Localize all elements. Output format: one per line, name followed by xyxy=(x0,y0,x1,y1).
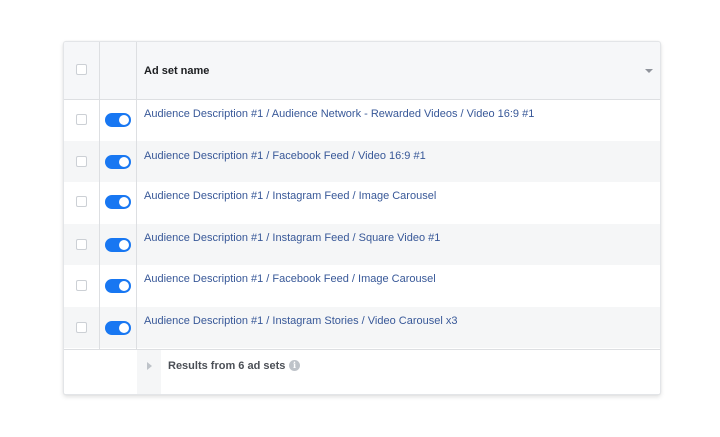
toggle-knob xyxy=(119,323,129,333)
expand-arrow-icon[interactable] xyxy=(147,362,152,370)
ad-set-toggle[interactable] xyxy=(105,113,131,127)
ad-set-toggle[interactable] xyxy=(105,321,131,335)
select-all-checkbox[interactable] xyxy=(76,64,87,75)
table-footer: Results from 6 ad sets i xyxy=(64,349,660,394)
table-header: Ad set name xyxy=(64,42,660,100)
info-icon[interactable]: i xyxy=(289,360,300,371)
toggle-knob xyxy=(119,240,129,250)
table-row[interactable]: Audience Description #1 / Facebook Feed … xyxy=(64,265,660,306)
table-row[interactable]: Audience Description #1 / Instagram Feed… xyxy=(64,224,660,265)
toggle-knob xyxy=(119,157,129,167)
ad-set-name-link[interactable]: Audience Description #1 / Instagram Feed… xyxy=(144,189,436,203)
ad-set-toggle[interactable] xyxy=(105,155,131,169)
row-checkbox[interactable] xyxy=(76,114,87,125)
column-divider xyxy=(99,42,100,349)
ad-sets-table: Ad set name Audience Description #1 / Au… xyxy=(63,41,661,395)
row-checkbox[interactable] xyxy=(76,280,87,291)
row-checkbox[interactable] xyxy=(76,196,87,207)
ad-set-name-link[interactable]: Audience Description #1 / Facebook Feed … xyxy=(144,149,426,163)
row-checkbox[interactable] xyxy=(76,156,87,167)
ad-set-name-link[interactable]: Audience Description #1 / Instagram Stor… xyxy=(144,314,457,328)
ad-set-toggle[interactable] xyxy=(105,238,131,252)
column-header-ad-set-name[interactable]: Ad set name xyxy=(144,64,209,78)
ad-set-toggle[interactable] xyxy=(105,279,131,293)
results-summary: Results from 6 ad sets xyxy=(168,360,286,372)
column-divider xyxy=(136,42,137,394)
ad-set-name-link[interactable]: Audience Description #1 / Audience Netwo… xyxy=(144,107,534,121)
row-checkbox[interactable] xyxy=(76,322,87,333)
table-row[interactable]: Audience Description #1 / Facebook Feed … xyxy=(64,141,660,182)
table-row[interactable]: Audience Description #1 / Instagram Feed… xyxy=(64,182,660,223)
table-row[interactable]: Audience Description #1 / Audience Netwo… xyxy=(64,100,660,141)
toggle-knob xyxy=(119,197,129,207)
toggle-knob xyxy=(119,281,129,291)
table-row[interactable]: Audience Description #1 / Instagram Stor… xyxy=(64,307,660,348)
ad-set-name-link[interactable]: Audience Description #1 / Facebook Feed … xyxy=(144,272,436,286)
row-checkbox[interactable] xyxy=(76,239,87,250)
ad-set-toggle[interactable] xyxy=(105,195,131,209)
toggle-knob xyxy=(119,115,129,125)
ad-set-name-link[interactable]: Audience Description #1 / Instagram Feed… xyxy=(144,231,440,245)
sort-caret-down-icon[interactable] xyxy=(645,69,653,73)
footer-expand-cell xyxy=(137,350,161,394)
